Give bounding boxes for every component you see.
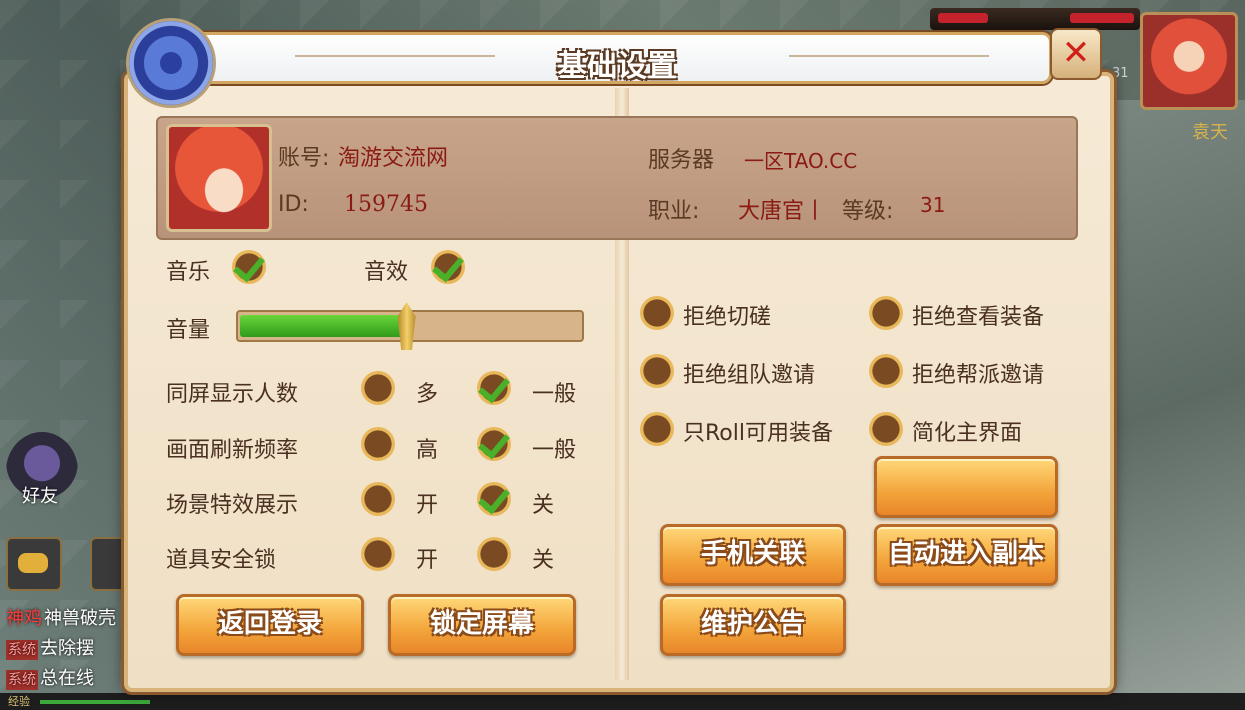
chat-text: 总在线 [40, 668, 94, 689]
phone-link-button[interactable]: 手机关联 [660, 524, 846, 586]
setting-radio[interactable] [361, 537, 395, 571]
dialog-title: 基础设置 [557, 49, 677, 84]
chat-bubble-icon [18, 553, 48, 573]
sfx-checkbox[interactable] [431, 250, 465, 284]
friend-label: 好友 [22, 486, 58, 507]
setting-label: 道具安全锁 [166, 548, 277, 573]
setting-label: 同屏显示人数 [166, 382, 299, 407]
volume-fill [240, 315, 407, 337]
chat-line: 系统 去除摆 [6, 634, 126, 664]
auto-dungeon-button[interactable]: 自动进入副本 [874, 524, 1058, 586]
setting-option: 关 [532, 493, 555, 518]
toggle-label: 简化主界面 [912, 421, 1023, 446]
setting-option: 高 [416, 438, 439, 463]
toggle-label: 只Roll可用装备 [683, 421, 833, 446]
id-label: ID: [278, 192, 309, 217]
setting-option: 开 [416, 548, 439, 573]
music-checkbox[interactable] [232, 250, 266, 284]
chat-text: 去除摆 [40, 638, 94, 659]
setting-radio[interactable] [477, 482, 511, 516]
volume-slider[interactable] [236, 302, 584, 350]
target-hp-bar-left [938, 13, 988, 23]
toggle-label: 拒绝切磋 [683, 305, 772, 330]
volume-label: 音量 [166, 318, 211, 343]
player-portrait[interactable] [1140, 12, 1238, 110]
music-label: 音乐 [166, 260, 211, 285]
setting-option: 开 [416, 493, 439, 518]
setting-option: 一般 [532, 382, 577, 407]
gear-icon [126, 18, 216, 108]
toggle-radio[interactable] [869, 354, 903, 388]
server-label: 服务器 [648, 148, 715, 173]
exp-fill [40, 700, 150, 704]
account-info-panel [156, 116, 1078, 240]
setting-radio[interactable] [361, 427, 395, 461]
chat-tag: 系统 [6, 640, 38, 660]
target-status-bar [930, 8, 1140, 30]
server-value: 一区TAO.CC [744, 149, 858, 173]
setting-radio[interactable] [361, 371, 395, 405]
setting-option: 关 [532, 548, 555, 573]
chat-log: 神鸡 神兽破壳 系统 去除摆 系统 总在线 [6, 604, 126, 694]
setting-radio[interactable] [477, 427, 511, 461]
player-level-badge: 31 [1112, 66, 1129, 81]
title-banner: 基础设置 [182, 32, 1052, 84]
toggle-radio[interactable] [640, 354, 674, 388]
setting-label: 场景特效展示 [166, 493, 299, 518]
setting-radio[interactable] [477, 371, 511, 405]
blank-button[interactable] [874, 456, 1058, 518]
player-name: 袁天 [1192, 122, 1228, 143]
lock-screen-button[interactable]: 锁定屏幕 [388, 594, 576, 656]
toggle-radio[interactable] [869, 296, 903, 330]
sfx-label: 音效 [364, 260, 409, 285]
toggle-label: 拒绝组队邀请 [683, 363, 816, 388]
chat-button[interactable] [6, 537, 62, 591]
exp-label: 经验 [8, 695, 30, 708]
chat-text: 神兽破壳 [44, 608, 116, 629]
setting-radio[interactable] [361, 482, 395, 516]
toggle-radio[interactable] [869, 412, 903, 446]
setting-label: 画面刷新频率 [166, 438, 299, 463]
account-value: 淘游交流网 [338, 146, 449, 171]
chat-line: 神鸡 神兽破壳 [6, 604, 126, 634]
level-label: 等级: [842, 199, 894, 224]
back-to-login-button[interactable]: 返回登录 [176, 594, 364, 656]
chat-tag: 系统 [6, 670, 38, 690]
game-scene-right [1105, 100, 1245, 710]
target-hp-bar [1070, 13, 1134, 23]
close-button[interactable]: ✕ [1050, 28, 1102, 80]
toggle-radio[interactable] [640, 412, 674, 446]
setting-option: 多 [416, 382, 439, 407]
job-label: 职业: [648, 199, 700, 224]
setting-radio[interactable] [477, 537, 511, 571]
avatar [166, 124, 272, 232]
job-value: 大唐官丨 [738, 199, 827, 224]
toggle-label: 拒绝帮派邀请 [912, 363, 1045, 388]
account-label: 账号: [278, 146, 330, 171]
setting-option: 一般 [532, 438, 577, 463]
toggle-radio[interactable] [640, 296, 674, 330]
id-value: 159745 [344, 192, 428, 217]
exp-bar: 经验 [0, 693, 1245, 710]
toggle-label: 拒绝查看装备 [912, 305, 1045, 330]
chat-tag: 神鸡 [6, 608, 42, 629]
chat-line: 系统 总在线 [6, 664, 126, 694]
level-value: 31 [920, 193, 946, 217]
maintenance-notice-button[interactable]: 维护公告 [660, 594, 846, 656]
